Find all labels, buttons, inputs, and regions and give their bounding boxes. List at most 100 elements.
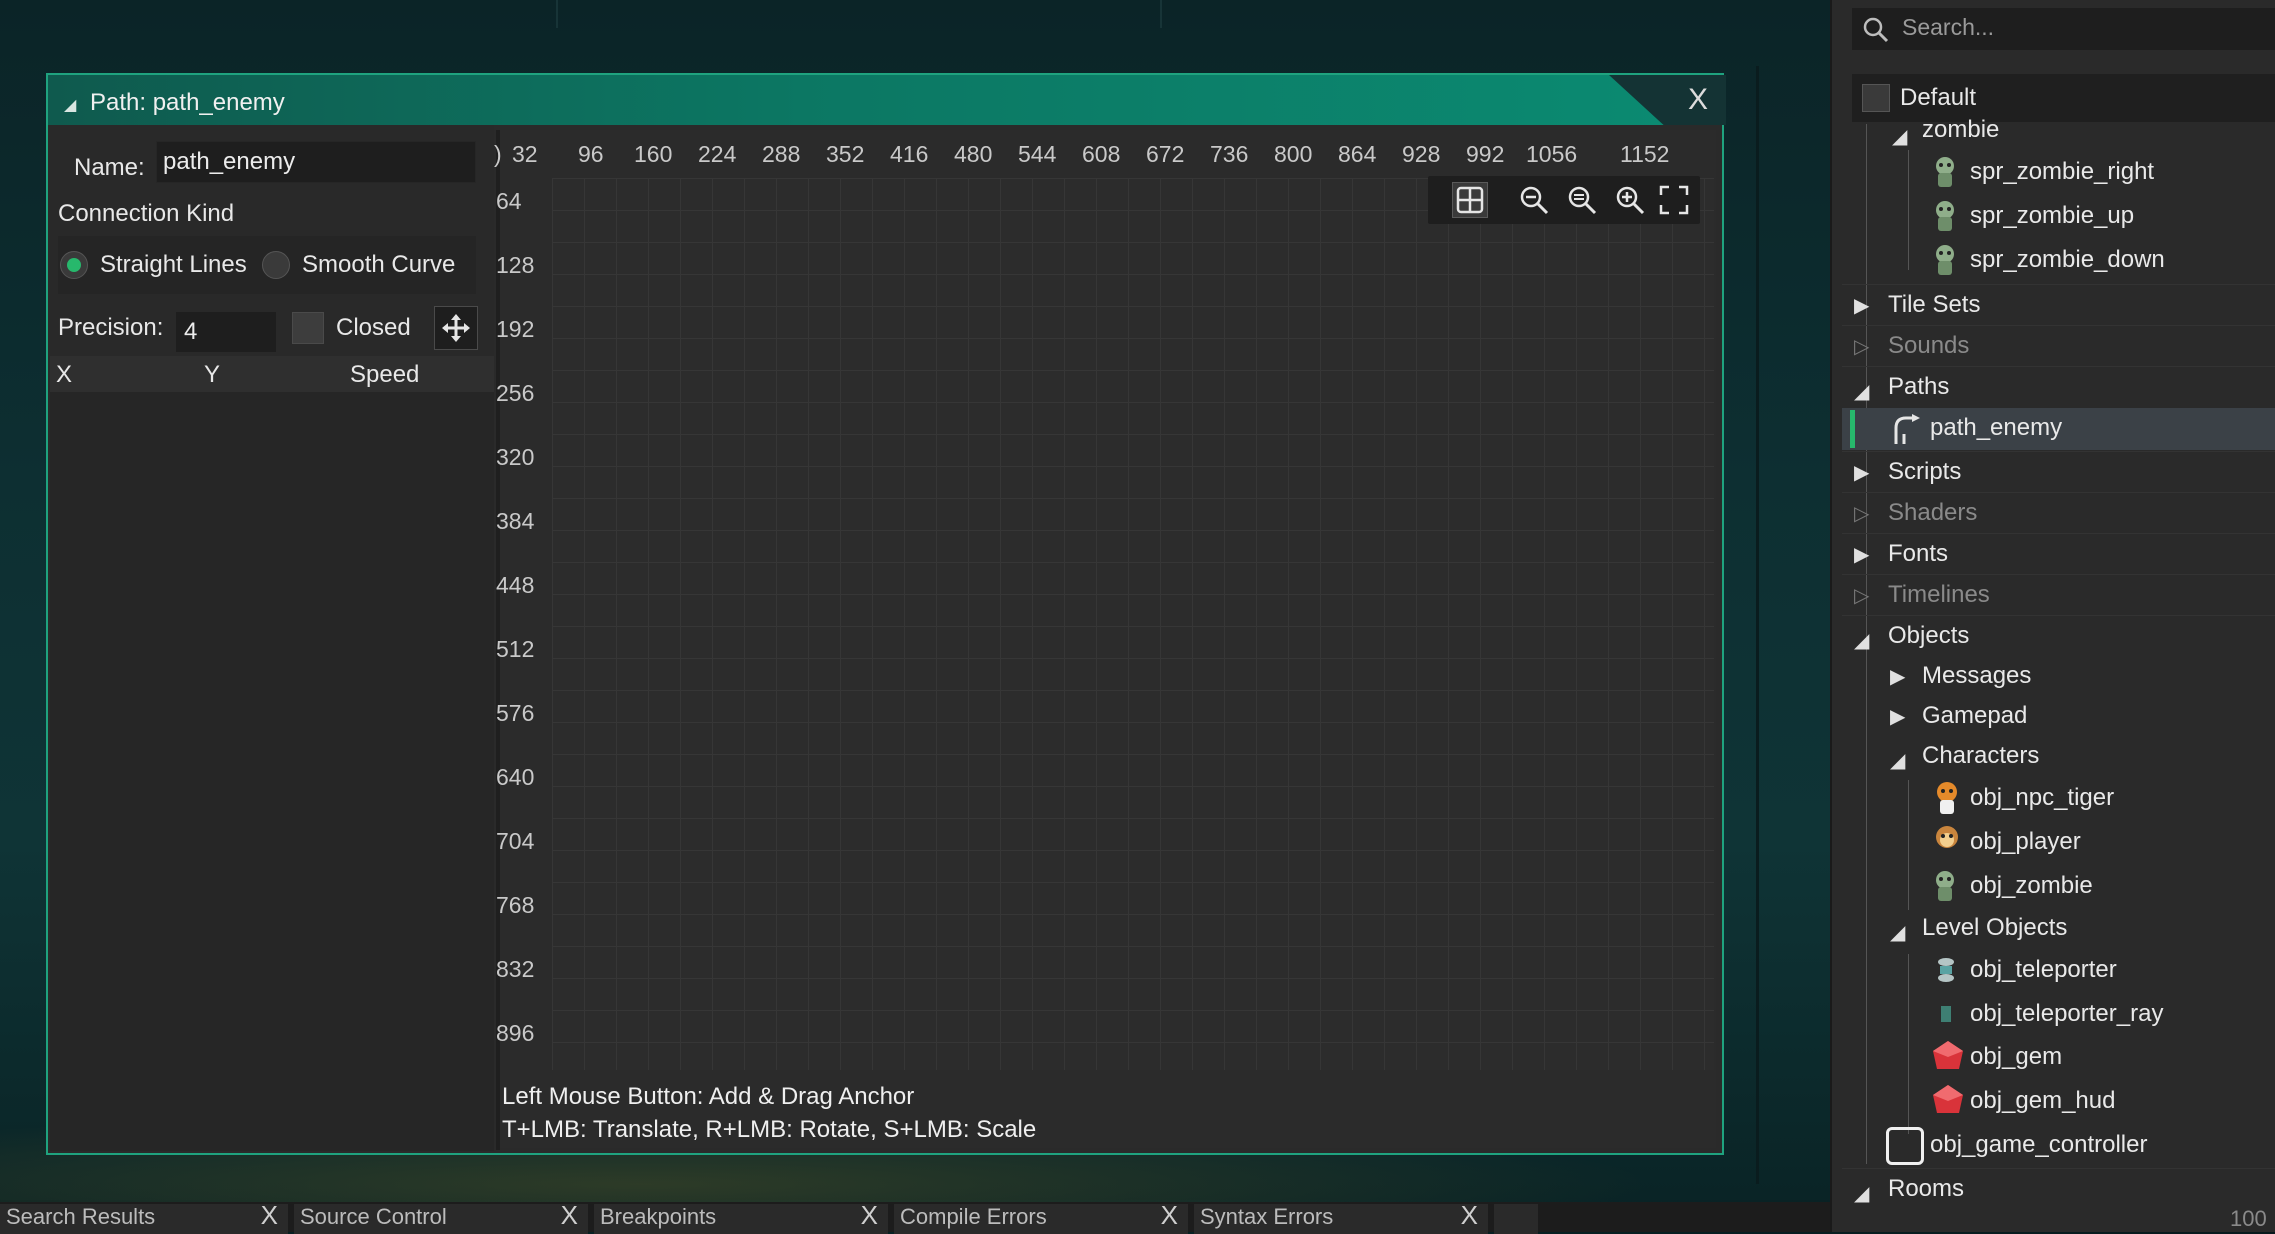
tree-item-path-enemy[interactable]: path_enemy xyxy=(1842,408,2275,450)
tab-label: Breakpoints xyxy=(600,1204,717,1229)
tab-label: Compile Errors xyxy=(900,1204,1047,1229)
closed-checkbox[interactable] xyxy=(292,312,324,344)
tree-label: zombie xyxy=(1922,116,2000,143)
collapsed-arrow-icon[interactable]: ▶ xyxy=(1854,542,1869,567)
collapsed-arrow-icon[interactable]: ▶ xyxy=(1854,293,1869,318)
tab-search-results[interactable]: Search Results X xyxy=(0,1204,288,1234)
close-tab-icon[interactable]: X xyxy=(1161,1204,1178,1231)
tree-item-obj-gem-hud[interactable]: obj_gem_hud xyxy=(1842,1081,2275,1123)
tree-item-obj-zombie[interactable]: obj_zombie xyxy=(1842,866,2275,908)
tree-folder-scripts[interactable]: ▶ Scripts xyxy=(1842,451,2275,494)
tab-breakpoints[interactable]: Breakpoints X xyxy=(594,1204,888,1234)
tree-label: obj_gem_hud xyxy=(1970,1087,2116,1114)
tree-folder-characters[interactable]: ◢ Characters xyxy=(1842,736,2275,778)
expanded-arrow-icon[interactable]: ◢ xyxy=(1890,920,1905,945)
tab-syntax-errors[interactable]: Syntax Errors X xyxy=(1194,1204,1488,1234)
tab-source-control[interactable]: Source Control X xyxy=(294,1204,588,1234)
x-tick: 160 xyxy=(634,141,673,167)
tree-label: Timelines xyxy=(1888,581,1990,608)
tree-folder-zombie[interactable]: ◢ zombie xyxy=(1842,110,2275,152)
move-path-button[interactable] xyxy=(434,306,478,350)
tree-folder-level-objects[interactable]: ◢ Level Objects xyxy=(1842,908,2275,950)
straight-lines-label[interactable]: Straight Lines xyxy=(100,251,247,279)
tree-item-obj-teleporter-ray[interactable]: obj_teleporter_ray xyxy=(1842,994,2275,1036)
zombie-sprite-icon xyxy=(1930,244,1960,278)
tree-folder-timelines[interactable]: ▷ Timelines xyxy=(1842,574,2275,617)
collapsed-arrow-icon[interactable]: ▷ xyxy=(1854,583,1869,608)
smooth-curve-label[interactable]: Smooth Curve xyxy=(302,251,455,279)
tree-item-obj-player[interactable]: obj_player xyxy=(1842,822,2275,864)
group-icon xyxy=(1862,84,1890,112)
collapse-triangle-icon[interactable]: ◢ xyxy=(64,95,76,115)
column-speed[interactable]: Speed xyxy=(350,361,419,389)
tab-label: Syntax Errors xyxy=(1200,1204,1334,1229)
tree-label: obj_player xyxy=(1970,828,2081,855)
zoom-in-button[interactable] xyxy=(1612,182,1648,218)
close-tab-icon[interactable]: X xyxy=(1461,1204,1478,1231)
tab-overflow[interactable] xyxy=(1494,1204,1538,1234)
y-tick: 320 xyxy=(496,444,535,470)
tree-item-obj-npc-tiger[interactable]: obj_npc_tiger xyxy=(1842,778,2275,820)
x-tick: 672 xyxy=(1146,141,1185,167)
tree-label: obj_npc_tiger xyxy=(1970,784,2115,811)
hint-line-1: Left Mouse Button: Add & Drag Anchor xyxy=(502,1083,915,1110)
tree-folder-shaders[interactable]: ▷ Shaders xyxy=(1842,492,2275,535)
close-tab-icon[interactable]: X xyxy=(261,1204,278,1231)
group-label: Default xyxy=(1900,84,1977,111)
teleporter-sprite-icon xyxy=(1936,956,1966,990)
zoom-out-button[interactable] xyxy=(1516,182,1552,218)
tree-label: Scripts xyxy=(1888,458,1962,485)
zoom-reset-button[interactable] xyxy=(1564,182,1600,218)
window-titlebar[interactable]: ◢ Path: path_enemy X xyxy=(48,75,1726,125)
collapsed-arrow-icon[interactable]: ▶ xyxy=(1890,664,1905,689)
y-tick: 448 xyxy=(496,572,535,598)
tree-item-spr-zombie-right[interactable]: spr_zombie_right xyxy=(1842,152,2275,194)
tree-folder-objects[interactable]: ◢ Objects xyxy=(1842,615,2275,658)
straight-lines-radio[interactable] xyxy=(60,251,88,279)
tree-folder-fonts[interactable]: ▶ Fonts xyxy=(1842,533,2275,576)
tree-item-obj-game-controller[interactable]: obj_game_controller xyxy=(1842,1125,2275,1167)
column-x[interactable]: X xyxy=(56,361,72,389)
collapsed-arrow-icon[interactable]: ▶ xyxy=(1854,460,1869,485)
x-tick: 1152 xyxy=(1620,141,1670,167)
expanded-arrow-icon[interactable]: ◢ xyxy=(1854,379,1869,404)
tab-compile-errors[interactable]: Compile Errors X xyxy=(894,1204,1188,1234)
column-y[interactable]: Y xyxy=(204,361,220,389)
tree-folder-paths[interactable]: ◢ Paths xyxy=(1842,366,2275,409)
close-button[interactable]: X xyxy=(1688,83,1708,117)
tree-label: path_enemy xyxy=(1930,414,2063,441)
tree-folder-messages[interactable]: ▶ Messages xyxy=(1842,656,2275,698)
search-box[interactable]: Search... xyxy=(1852,8,2275,50)
expanded-arrow-icon[interactable]: ◢ xyxy=(1854,1181,1869,1206)
fullscreen-button[interactable] xyxy=(1656,182,1692,218)
canvas-toolbar xyxy=(1428,176,1700,224)
expanded-arrow-icon[interactable]: ◢ xyxy=(1892,124,1907,149)
path-grid[interactable] xyxy=(552,178,1714,1070)
zoom-in-icon xyxy=(1616,186,1645,215)
closed-label[interactable]: Closed xyxy=(336,314,411,342)
collapsed-arrow-icon[interactable]: ▶ xyxy=(1890,704,1905,729)
tree-folder-gamepad[interactable]: ▶ Gamepad xyxy=(1842,696,2275,738)
x-tick: 864 xyxy=(1338,141,1377,167)
points-table-header xyxy=(50,356,494,392)
x-tick: 1056 xyxy=(1526,141,1578,167)
points-list[interactable] xyxy=(50,392,494,1151)
gem-sprite-icon xyxy=(1930,1039,1963,1073)
collapsed-arrow-icon[interactable]: ▷ xyxy=(1854,501,1869,526)
name-input[interactable] xyxy=(156,141,476,183)
expanded-arrow-icon[interactable]: ◢ xyxy=(1854,628,1869,653)
tree-item-obj-gem[interactable]: obj_gem xyxy=(1842,1037,2275,1079)
close-tab-icon[interactable]: X xyxy=(561,1204,578,1231)
grid-toggle-button[interactable] xyxy=(1452,182,1488,218)
tree-folder-sounds[interactable]: ▷ Sounds xyxy=(1842,325,2275,368)
tree-item-spr-zombie-down[interactable]: spr_zombie_down xyxy=(1842,240,2275,282)
tree-item-spr-zombie-up[interactable]: spr_zombie_up xyxy=(1842,196,2275,238)
tree-folder-rooms[interactable]: ◢ Rooms xyxy=(1842,1168,2275,1211)
expanded-arrow-icon[interactable]: ◢ xyxy=(1890,748,1905,773)
smooth-curve-radio[interactable] xyxy=(262,251,290,279)
collapsed-arrow-icon[interactable]: ▷ xyxy=(1854,334,1869,359)
close-tab-icon[interactable]: X xyxy=(861,1204,878,1231)
tree-folder-tile-sets[interactable]: ▶ Tile Sets xyxy=(1842,284,2275,327)
tree-item-obj-teleporter[interactable]: obj_teleporter xyxy=(1842,950,2275,992)
precision-input[interactable]: 4 xyxy=(176,312,276,352)
